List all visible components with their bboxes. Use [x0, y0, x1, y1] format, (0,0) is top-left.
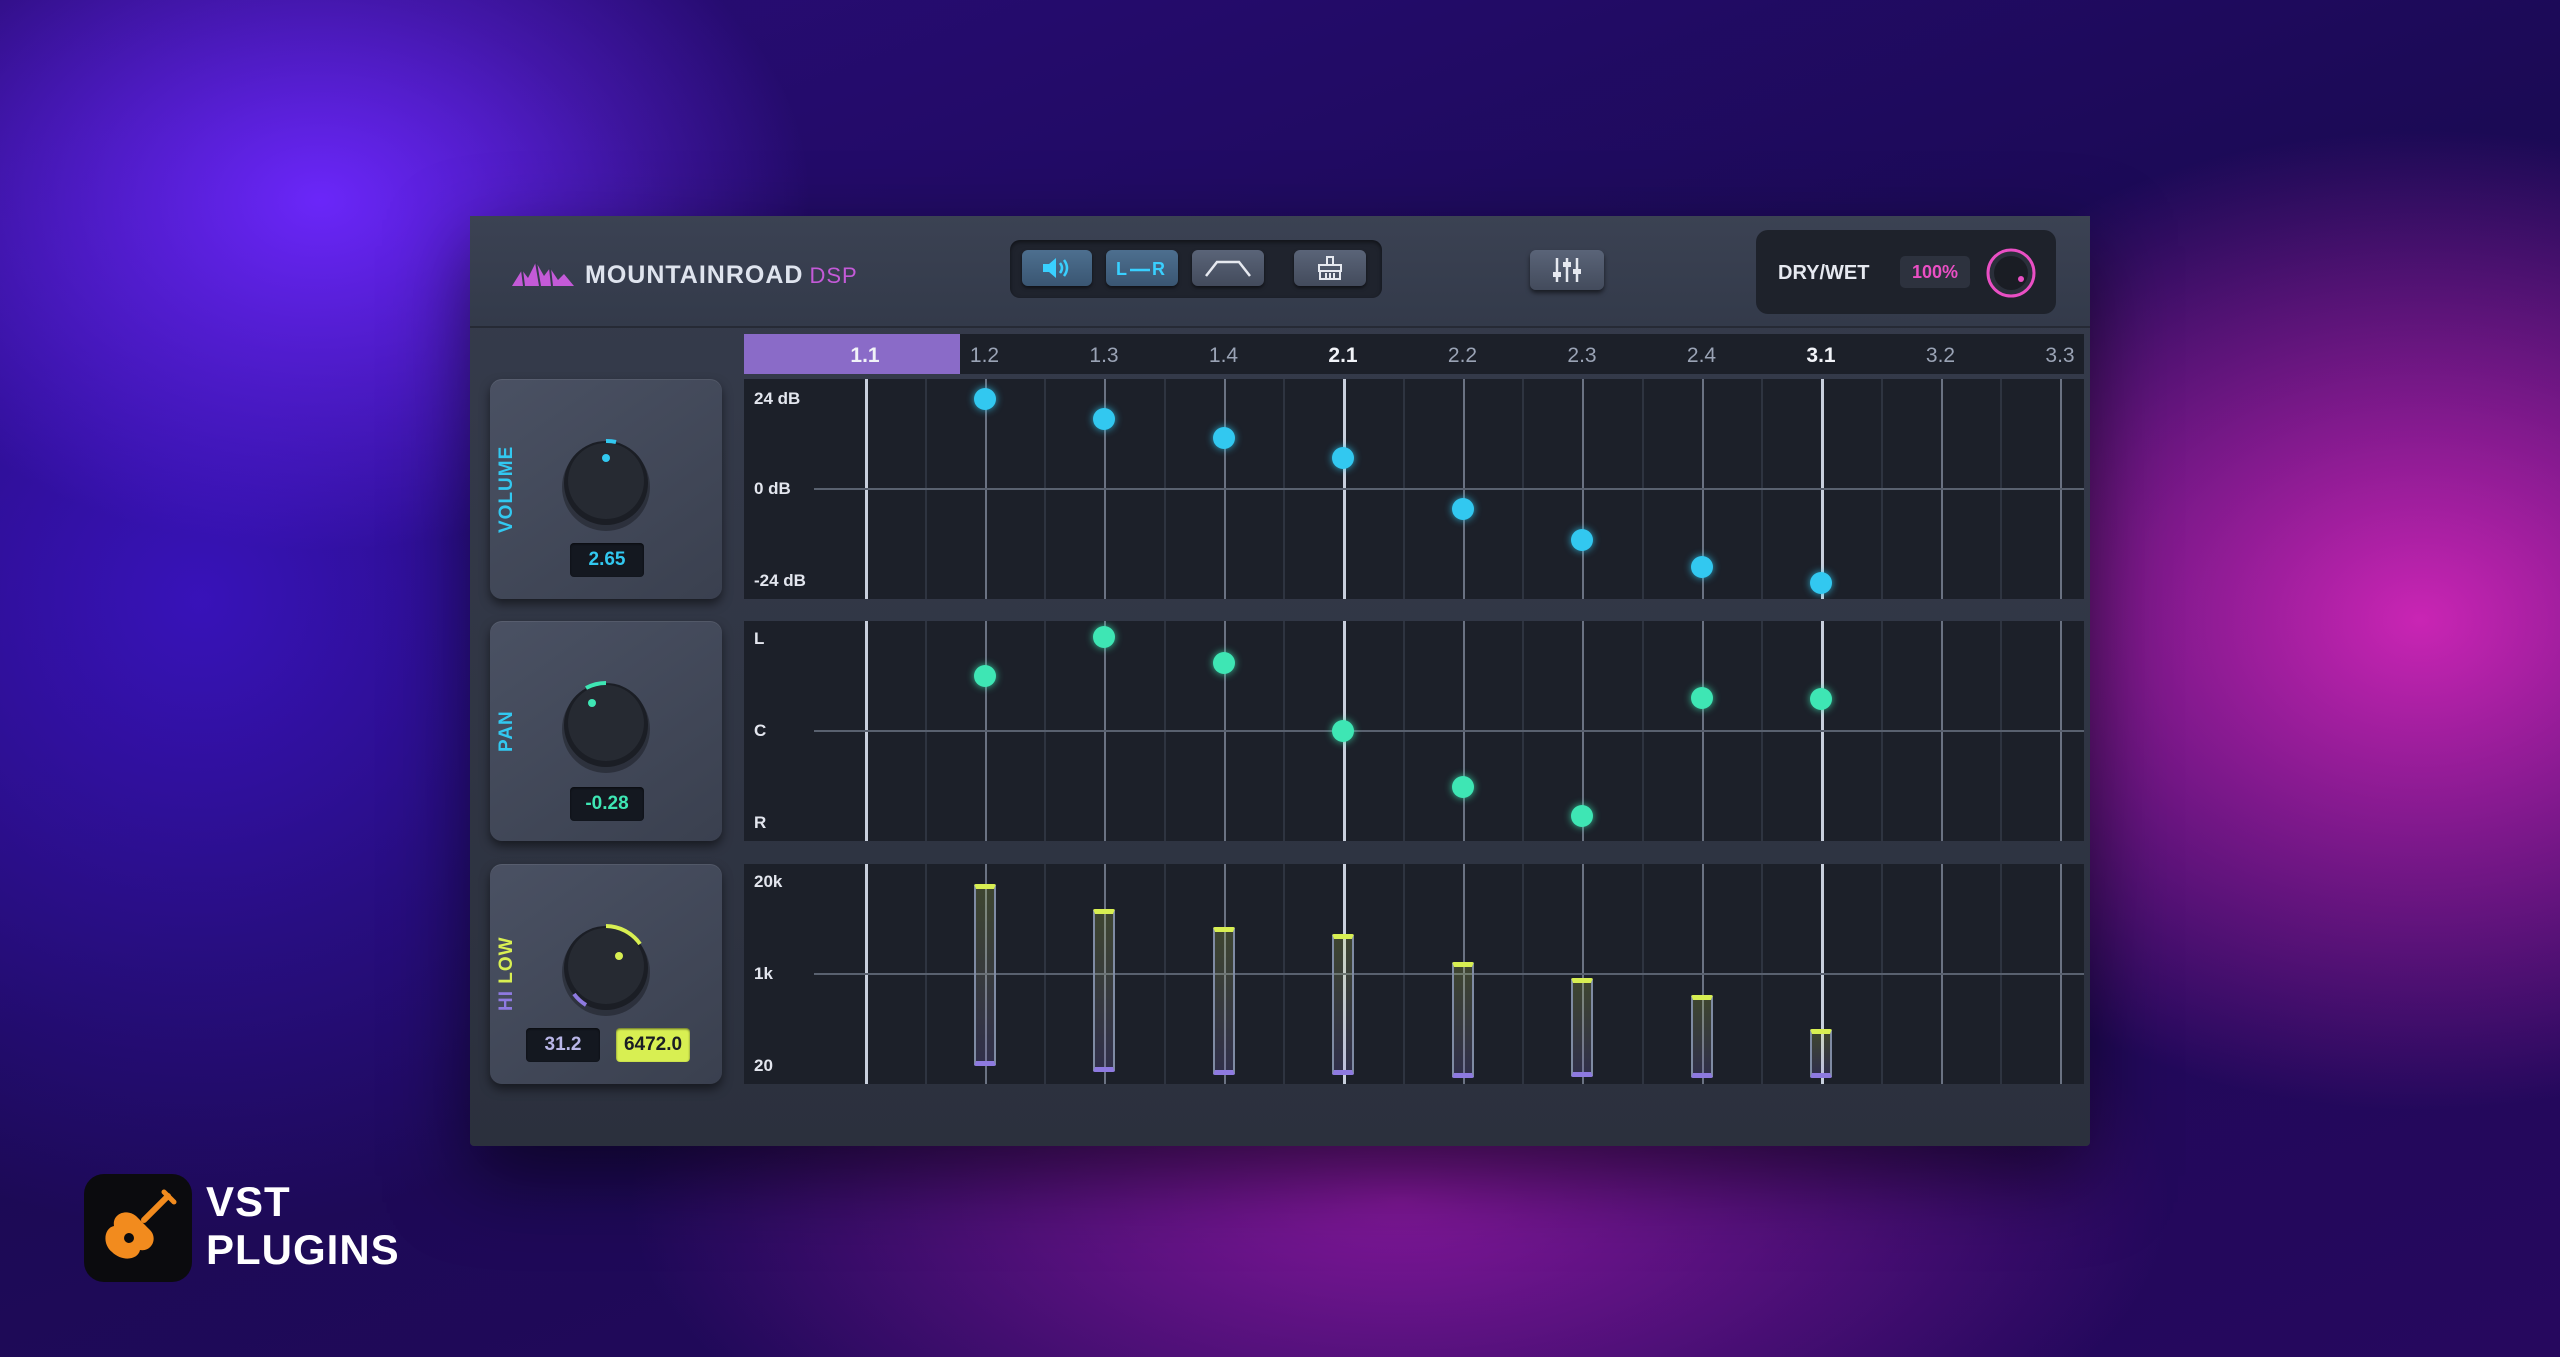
pan-axis-top: L — [754, 629, 765, 648]
filter-range-bracket[interactable] — [1212, 927, 1235, 1076]
vst-plugins-logo — [84, 1174, 192, 1282]
filter-mid-line — [814, 973, 2084, 975]
ruler-tick-2-4[interactable]: 2.4 — [1687, 344, 1716, 368]
pan-point[interactable] — [1571, 804, 1593, 827]
svg-text:R: R — [1152, 259, 1165, 279]
filter-hi-label: HI — [496, 990, 517, 1012]
ruler-tick-3-2[interactable]: 3.2 — [1926, 344, 1955, 368]
wordmark-line2: PLUGINS — [206, 1226, 400, 1273]
brand-title: MOUNTAINROAD DSP — [585, 261, 858, 290]
filter-axis-mid: 1k — [754, 964, 773, 983]
filter-hi-value[interactable]: 31.2 — [526, 1028, 600, 1062]
ruler-tick-3-3[interactable]: 3.3 — [2045, 344, 2074, 368]
toolbar: L R — [1010, 240, 1382, 298]
filter-knob[interactable] — [556, 918, 656, 1018]
lr-link-button[interactable]: L R — [1106, 250, 1178, 286]
drywet-knob[interactable] — [1982, 244, 2040, 302]
plugin-header: MOUNTAINROAD DSP L R DRY/WET 100% — [470, 216, 2090, 328]
pan-lane[interactable]: L C R — [744, 621, 2084, 841]
pan-axis-bottom: R — [754, 813, 767, 832]
volume-axis-mid: 0 dB — [754, 479, 791, 498]
volume-value[interactable]: 2.65 — [570, 543, 644, 577]
volume-point[interactable] — [1332, 446, 1354, 469]
vst-plugins-wordmark: VST PLUGINS — [206, 1178, 400, 1274]
filter-low-value[interactable]: 6472.0 — [616, 1028, 690, 1062]
pan-point[interactable] — [973, 665, 996, 688]
filter-axis-top: 20k — [754, 872, 783, 891]
pan-axis-mid: C — [754, 721, 767, 740]
brush-button[interactable] — [1294, 250, 1366, 286]
drywet-label: DRY/WET — [1778, 262, 1870, 284]
ruler-tick-2-2[interactable]: 2.2 — [1448, 344, 1477, 368]
filter-range-bracket[interactable] — [1810, 1028, 1832, 1078]
filter-range-bracket[interactable] — [1451, 961, 1474, 1078]
pan-point[interactable] — [1810, 688, 1832, 711]
pan-value[interactable]: -0.28 — [570, 787, 644, 821]
brush-icon — [1318, 256, 1342, 280]
brand-name: MOUNTAINROAD — [585, 261, 804, 289]
filter-panel: HI LOW 31.2 6472.0 — [490, 864, 722, 1084]
brand-suffix: DSP — [809, 263, 858, 288]
pan-label: PAN — [496, 710, 517, 752]
ruler-tick-1-3[interactable]: 1.3 — [1089, 344, 1118, 368]
lr-link-icon: L R — [1116, 259, 1165, 279]
volume-knob[interactable] — [556, 433, 656, 533]
filter-shape-icon — [1205, 260, 1251, 277]
sliders-icon — [1553, 258, 1581, 282]
volume-point[interactable] — [1810, 572, 1832, 594]
drywet-section: DRY/WET 100% — [1756, 230, 2056, 314]
pan-knob[interactable] — [556, 675, 656, 775]
mountain-logo-icon — [512, 261, 574, 287]
pan-point[interactable] — [1212, 652, 1235, 675]
volume-lane[interactable]: 24 dB 0 dB -24 dB — [744, 379, 2084, 599]
volume-label: VOLUME — [496, 445, 517, 533]
filter-axis-bottom: 20 — [754, 1056, 773, 1075]
ruler-tick-2-1[interactable]: 2.1 — [1328, 344, 1357, 368]
ruler-tick-1-1[interactable]: 1.1 — [850, 344, 879, 368]
pan-point[interactable] — [1332, 720, 1354, 742]
pan-point[interactable] — [1690, 687, 1713, 710]
guitar-icon — [105, 1189, 177, 1259]
pan-panel: PAN -0.28 — [490, 621, 722, 841]
pan-center-line — [814, 730, 2084, 732]
speaker-button[interactable] — [1022, 250, 1092, 286]
mixer-button[interactable] — [1530, 250, 1604, 290]
timeline-ruler[interactable]: 1.1 1.2 1.3 1.4 2.1 2.2 2.3 2.4 3.1 3.2 3.3 — [744, 334, 2084, 374]
volume-point[interactable] — [1451, 497, 1474, 520]
volume-point[interactable] — [1212, 427, 1235, 450]
ruler-tick-1-2[interactable]: 1.2 — [970, 344, 999, 368]
plugin-window: MOUNTAINROAD DSP L R DRY/WET 100% VOLUME… — [470, 216, 2090, 1146]
ruler-tick-1-4[interactable]: 1.4 — [1209, 344, 1238, 368]
filter-range-bracket[interactable] — [1332, 933, 1354, 1076]
ruler-tick-2-3[interactable]: 2.3 — [1567, 344, 1596, 368]
filter-range-bracket[interactable] — [1093, 908, 1115, 1072]
pan-point[interactable] — [1093, 626, 1115, 648]
filter-range-bracket[interactable] — [1690, 995, 1713, 1078]
pan-point[interactable] — [1451, 776, 1474, 799]
volume-point[interactable] — [973, 387, 996, 410]
filter-shape-button[interactable] — [1192, 250, 1264, 286]
filter-range-bracket[interactable] — [1571, 978, 1593, 1077]
filter-lane[interactable]: 20k 1k 20 — [744, 864, 2084, 1084]
wordmark-line1: VST — [206, 1178, 291, 1225]
filter-low-label: LOW — [496, 936, 517, 985]
svg-text:L: L — [1116, 259, 1127, 279]
ruler-tick-3-1[interactable]: 3.1 — [1806, 344, 1835, 368]
volume-point[interactable] — [1690, 556, 1713, 579]
volume-panel: VOLUME 2.65 — [490, 379, 722, 599]
volume-point[interactable] — [1093, 407, 1115, 430]
speaker-icon — [1043, 258, 1069, 278]
volume-point[interactable] — [1571, 528, 1593, 551]
volume-axis-top: 24 dB — [754, 389, 801, 408]
filter-range-bracket[interactable] — [973, 884, 996, 1066]
drywet-value[interactable]: 100% — [1900, 256, 1970, 288]
volume-zero-line — [814, 488, 2084, 490]
volume-axis-bottom: -24 dB — [754, 571, 806, 590]
